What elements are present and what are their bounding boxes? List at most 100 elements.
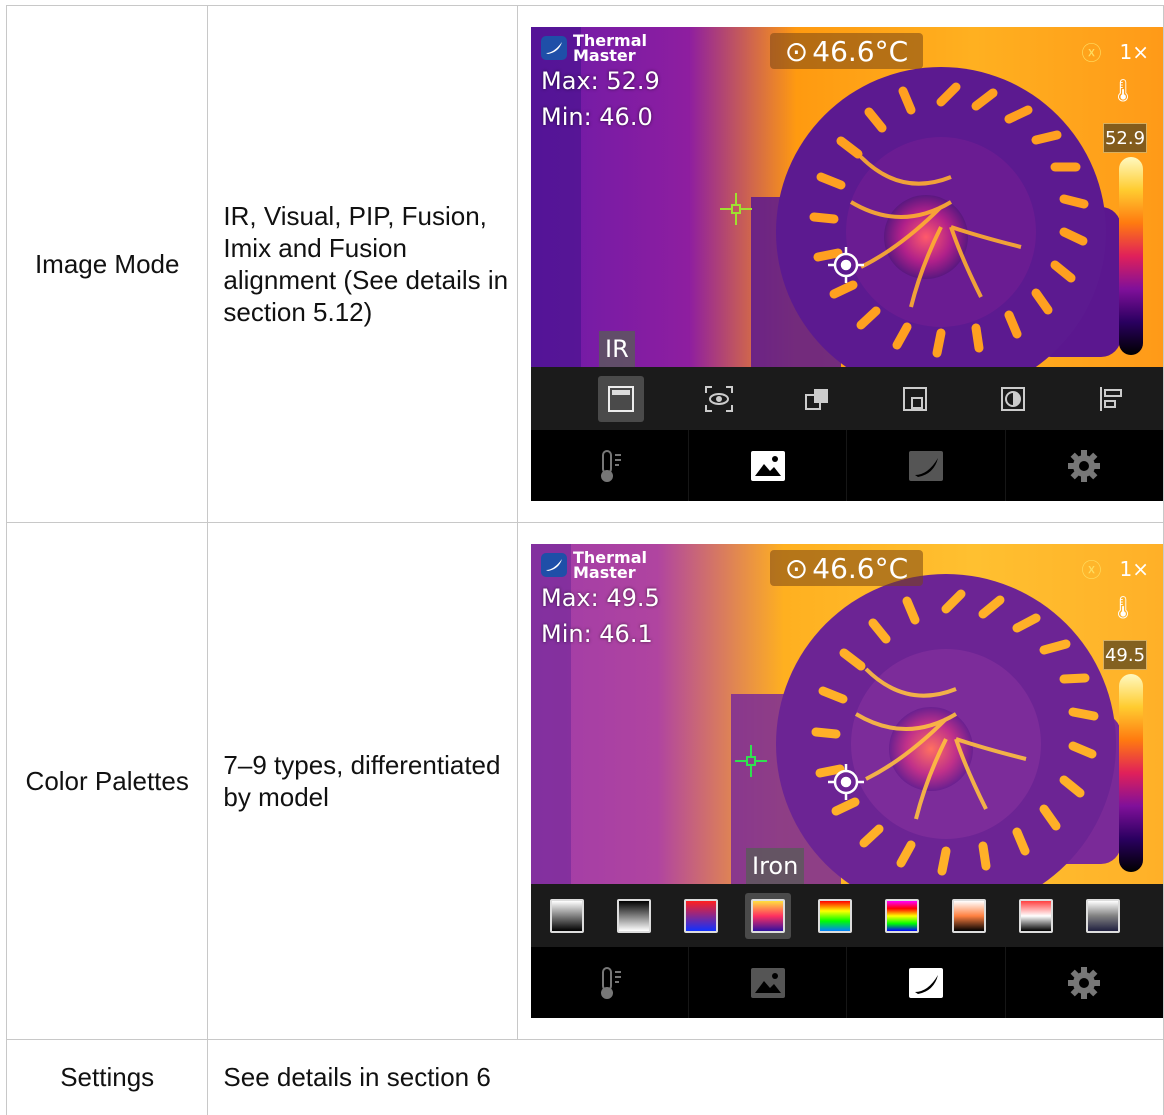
top-right-controls: ⓧ 1×	[1082, 37, 1149, 66]
pip-mode-button[interactable]	[794, 376, 840, 422]
nav-settings[interactable]	[1006, 430, 1163, 501]
feature-description: See details in section 6	[207, 1039, 1164, 1115]
white-hot-palette-button[interactable]	[544, 893, 590, 939]
palette-icon	[909, 450, 944, 481]
center-crosshair-icon	[827, 764, 864, 800]
bottom-nav	[530, 430, 1163, 501]
temp-alarm-off-icon[interactable]: 🌡	[1109, 79, 1137, 104]
table-row: Color Palettes 7–9 types, differentiated…	[5, 522, 1164, 1040]
pip-mode-icon	[804, 389, 828, 410]
feature-description: IR, Visual, PIP, Fusion, Imix and Fusion…	[207, 5, 518, 523]
nav-image-mode[interactable]	[689, 430, 848, 501]
gear-icon	[1068, 966, 1101, 999]
thermal-image: Thermal Master Max: 52.9 Min: 46.0 ⊙ 46.…	[530, 27, 1163, 367]
image-mode-toolbar	[530, 367, 1163, 430]
thermal-camera-screenshot-palettes: Thermal Master Max: 49.5 Min: 46.1 ⊙ 46.…	[530, 544, 1163, 1018]
color-scale-bar	[1118, 157, 1143, 355]
palette-toolbar	[530, 884, 1163, 947]
thermometer-icon	[600, 966, 621, 999]
thermal-image: Thermal Master Max: 49.5 Min: 46.1 ⊙ 46.…	[530, 544, 1163, 884]
visual-mode-button[interactable]	[696, 376, 742, 422]
fusion-mode-icon	[902, 387, 927, 411]
red-hot-palette-button[interactable]	[1013, 893, 1059, 939]
min-crosshair-icon	[734, 745, 767, 777]
center-temp-readout: ⊙ 46.6°C	[769, 33, 923, 69]
temp-alarm-off-icon[interactable]: 🌡	[1109, 596, 1137, 621]
feature-name: Color Palettes	[5, 522, 209, 1040]
black-hot-palette-icon	[616, 899, 651, 933]
scale-max-value: 52.9	[1102, 123, 1147, 153]
max-temp: Max: 49.5	[540, 584, 660, 612]
palette-label: Iron	[745, 848, 805, 884]
screenshot-cell: Thermal Master Max: 52.9 Min: 46.0 ⊙ 46.…	[516, 5, 1164, 523]
imix-mode-button[interactable]	[990, 376, 1036, 422]
gear-icon	[1068, 449, 1101, 482]
visual-mode-icon	[704, 386, 733, 412]
nav-palette[interactable]	[847, 947, 1006, 1018]
center-crosshair-icon	[827, 247, 864, 283]
max-min-readout: Max: 52.9 Min: 46.0	[541, 63, 660, 135]
close-circle-icon[interactable]: ⓧ	[1082, 554, 1102, 583]
scale-max-value: 49.5	[1102, 640, 1147, 670]
feature-name: Settings	[5, 1039, 209, 1115]
center-temp-readout: ⊙ 46.6°C	[769, 550, 923, 586]
brand-logo: Thermal Master	[540, 550, 647, 582]
top-right-controls: ⓧ 1×	[1082, 554, 1149, 583]
iron-palette-icon	[750, 899, 785, 933]
bottom-nav	[530, 947, 1163, 1018]
red-hot-palette-icon	[1018, 899, 1053, 933]
alignment-button[interactable]	[1088, 376, 1134, 422]
nav-measure[interactable]	[531, 430, 690, 501]
feature-name: Image Mode	[5, 5, 209, 523]
zoom-level[interactable]: 1×	[1120, 40, 1149, 64]
color-scale-bar	[1118, 674, 1143, 872]
feature-table: Image Mode IR, Visual, PIP, Fusion, Imix…	[5, 5, 1164, 1115]
mode-label: IR	[598, 331, 635, 367]
nav-settings[interactable]	[1006, 947, 1163, 1018]
max-temp: Max: 52.9	[540, 67, 660, 95]
nav-palette[interactable]	[847, 430, 1006, 501]
brand-leaf-icon	[540, 36, 567, 60]
table-row: Image Mode IR, Visual, PIP, Fusion, Imix…	[5, 5, 1164, 523]
red-blue-palette-button[interactable]	[678, 893, 724, 939]
sepia-palette-icon	[951, 899, 986, 933]
black-hot-palette-button[interactable]	[611, 893, 657, 939]
rainbow-hc-palette-button[interactable]	[879, 893, 925, 939]
feature-description: 7–9 types, differentiated by model	[207, 522, 518, 1040]
max-min-readout: Max: 49.5 Min: 46.1	[541, 580, 660, 652]
thermometer-icon	[600, 449, 621, 482]
alignment-icon	[1099, 387, 1122, 411]
image-icon	[750, 967, 785, 998]
center-target-icon: ⊙	[784, 34, 809, 68]
palette-icon	[909, 967, 944, 998]
center-target-icon: ⊙	[784, 551, 809, 585]
table-row: Settings See details in section 6	[5, 1039, 1164, 1115]
fusion-mode-button[interactable]	[892, 376, 938, 422]
ir-mode-button[interactable]	[597, 376, 644, 422]
center-temp-value: 46.6°C	[812, 551, 909, 585]
rainbow-palette-icon	[817, 899, 852, 933]
zoom-level[interactable]: 1×	[1120, 557, 1149, 581]
rainbow-palette-button[interactable]	[812, 893, 858, 939]
brand-logo: Thermal Master	[540, 33, 647, 65]
brand-name-line2: Master	[572, 46, 636, 65]
nav-image-mode[interactable]	[689, 947, 848, 1018]
nav-measure[interactable]	[531, 947, 690, 1018]
iron-palette-button[interactable]	[744, 893, 791, 939]
gray-palette-icon	[1085, 899, 1120, 933]
thermal-camera-screenshot-image-mode: Thermal Master Max: 52.9 Min: 46.0 ⊙ 46.…	[530, 27, 1163, 501]
sepia-palette-button[interactable]	[946, 893, 992, 939]
image-icon	[750, 450, 785, 481]
rainbow-hc-palette-icon	[884, 899, 919, 933]
center-temp-value: 46.6°C	[812, 34, 909, 68]
red-blue-palette-icon	[683, 899, 718, 933]
white-hot-palette-icon	[549, 899, 584, 933]
close-circle-icon[interactable]: ⓧ	[1082, 37, 1102, 66]
gray-palette-button[interactable]	[1080, 893, 1126, 939]
min-temp: Min: 46.0	[540, 103, 653, 131]
brand-name-line2: Master	[572, 563, 636, 582]
imix-mode-icon	[1000, 387, 1025, 411]
ir-mode-icon	[607, 386, 634, 412]
min-crosshair-icon	[719, 193, 752, 225]
brand-leaf-icon	[540, 553, 567, 577]
